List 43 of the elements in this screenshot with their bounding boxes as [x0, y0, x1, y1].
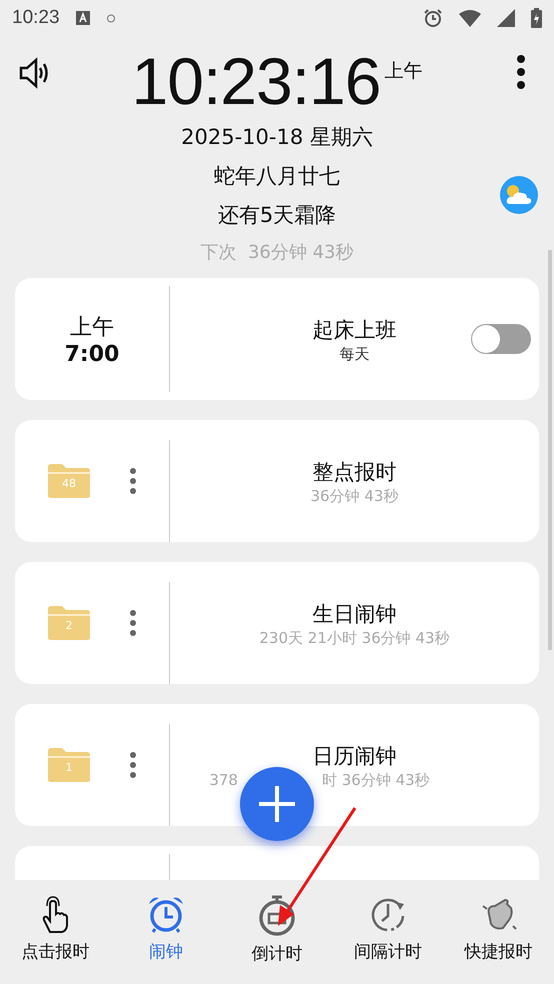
- more-icon[interactable]: [129, 751, 137, 779]
- keyboard-app-icon: [76, 11, 90, 25]
- nav-tab[interactable]: 快捷报时: [443, 880, 554, 984]
- battery-icon: [531, 8, 542, 28]
- alarm-period: 上午: [70, 314, 114, 342]
- alarm-countdown: 36分钟 43秒: [310, 486, 398, 506]
- wifi-icon: [459, 10, 481, 26]
- alarm-group-card[interactable]: 2 生日闹钟 230天 21小时 36分钟 43秒: [15, 562, 539, 684]
- stopwatch-icon: [256, 894, 297, 936]
- nav-tab[interactable]: 倒计时: [222, 880, 332, 984]
- date-text: 2025-10-18 星期六: [181, 124, 373, 151]
- clock-time: 10:23:16: [132, 44, 380, 118]
- folder-count: 2: [64, 619, 74, 632]
- alarm-time: 7:00: [64, 342, 120, 366]
- alarm-countdown: 230天 21小时 36分钟 43秒: [259, 628, 450, 648]
- solar-term-text: 还有5天霜降: [218, 202, 336, 229]
- alarm-group-card[interactable]: 1 日历闹钟 378 时 36分钟 43秒: [15, 704, 539, 826]
- lunar-date: 蛇年八月廿七: [214, 163, 340, 190]
- nav-tab[interactable]: 闹钟: [110, 880, 222, 984]
- signal-icon: [497, 9, 515, 27]
- alarm-group-card[interactable]: 48 整点报时 36分钟 43秒: [15, 420, 539, 542]
- alarm-title: 生日闹钟: [312, 600, 396, 628]
- more-icon[interactable]: [129, 467, 137, 495]
- more-menu-icon[interactable]: [516, 54, 526, 90]
- folder-count: 48: [61, 477, 77, 490]
- alarm-title: 日历闹钟: [312, 742, 396, 770]
- nav-tab[interactable]: 点击报时: [0, 880, 111, 984]
- alarm-card[interactable]: 上午 7:00 起床上班 每天: [15, 278, 539, 400]
- alarm-title: 整点报时: [312, 458, 396, 486]
- alarm-status-icon: [423, 8, 443, 28]
- alarm-title: 起床上班: [312, 316, 396, 344]
- folder-count: 1: [64, 761, 74, 774]
- nav-tab[interactable]: 间隔计时: [332, 880, 444, 984]
- plus-icon: [257, 784, 297, 824]
- alarm-repeat: 每天: [340, 344, 370, 364]
- alarm-toggle[interactable]: [471, 324, 531, 354]
- clock-ampm: 上午: [384, 59, 422, 84]
- alarm-countdown: 时 36分钟 43秒: [322, 770, 430, 790]
- more-icon[interactable]: [129, 609, 137, 637]
- next-alarm-text: 下次 36分钟 43秒: [200, 241, 354, 265]
- alarm-countdown: 378: [209, 771, 238, 789]
- status-time: 10:23: [12, 7, 60, 29]
- weather-icon[interactable]: [500, 176, 538, 214]
